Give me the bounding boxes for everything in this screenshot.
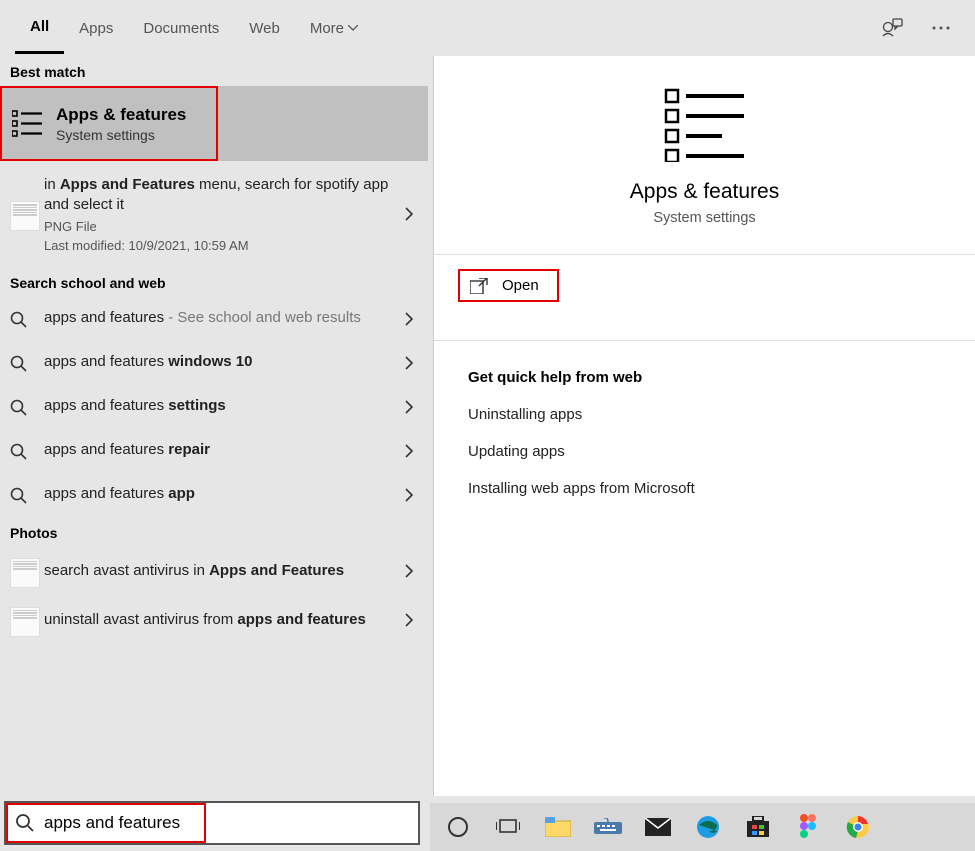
section-school-web: Search school and web bbox=[0, 267, 428, 297]
web-result-1-text: apps and features - See school and web r… bbox=[44, 308, 420, 328]
help-header: Get quick help from web bbox=[434, 341, 975, 396]
chevron-right-icon[interactable] bbox=[405, 312, 414, 326]
keyboard-icon[interactable] bbox=[592, 811, 624, 843]
web-result-4[interactable]: apps and features repair bbox=[0, 429, 428, 473]
web-result-3[interactable]: apps and features settings bbox=[0, 385, 428, 429]
web-result-4-text: apps and features repair bbox=[44, 440, 420, 460]
help-link-updating[interactable]: Updating apps bbox=[434, 433, 975, 470]
best-match-result[interactable]: Apps & features System settings bbox=[0, 86, 428, 161]
feedback-icon[interactable] bbox=[867, 8, 917, 48]
search-icon bbox=[10, 311, 28, 329]
photo-result-1[interactable]: search avast antivirus in Apps and Featu… bbox=[0, 547, 428, 596]
chevron-right-icon[interactable] bbox=[405, 613, 414, 627]
section-photos: Photos bbox=[0, 517, 428, 547]
figma-icon[interactable] bbox=[792, 811, 824, 843]
search-icon bbox=[10, 443, 28, 461]
section-best-match: Best match bbox=[0, 56, 428, 86]
file-result-modified: Last modified: 10/9/2021, 10:59 AM bbox=[44, 237, 392, 255]
search-input[interactable] bbox=[44, 803, 418, 843]
chevron-right-icon[interactable] bbox=[405, 207, 414, 221]
tab-all[interactable]: All bbox=[15, 2, 64, 54]
results-panel: Best match Apps & features System settin bbox=[0, 56, 428, 796]
photo-result-2-text: uninstall avast antivirus from apps and … bbox=[44, 610, 420, 630]
preview-icon bbox=[460, 88, 949, 162]
tab-more-label: More bbox=[310, 20, 344, 37]
cortana-icon[interactable] bbox=[442, 811, 474, 843]
preview-title: Apps & features bbox=[460, 180, 949, 204]
photo-thumbnail-icon bbox=[10, 607, 40, 637]
edge-icon[interactable] bbox=[692, 811, 724, 843]
preview-subtitle: System settings bbox=[460, 210, 949, 226]
taskbar bbox=[430, 803, 975, 851]
chevron-right-icon[interactable] bbox=[405, 356, 414, 370]
photo-result-2[interactable]: uninstall avast antivirus from apps and … bbox=[0, 596, 428, 645]
search-icon bbox=[10, 487, 28, 505]
preview-panel: Apps & features System settings Open Get… bbox=[433, 56, 975, 796]
mail-icon[interactable] bbox=[642, 811, 674, 843]
chevron-right-icon[interactable] bbox=[405, 564, 414, 578]
chevron-right-icon[interactable] bbox=[405, 488, 414, 502]
tab-apps[interactable]: Apps bbox=[64, 4, 128, 53]
file-result[interactable]: in Apps and Features menu, search for sp… bbox=[0, 161, 428, 267]
more-options-icon[interactable] bbox=[917, 15, 965, 41]
task-view-icon[interactable] bbox=[492, 811, 524, 843]
store-icon[interactable] bbox=[742, 811, 774, 843]
web-result-2-text: apps and features windows 10 bbox=[44, 352, 420, 372]
help-link-uninstalling[interactable]: Uninstalling apps bbox=[434, 396, 975, 433]
web-result-5[interactable]: apps and features app bbox=[0, 473, 428, 517]
chevron-down-icon bbox=[348, 25, 358, 31]
best-match-title: Apps & features bbox=[56, 105, 186, 125]
file-result-type: PNG File bbox=[44, 218, 392, 236]
web-result-1[interactable]: apps and features - See school and web r… bbox=[0, 297, 428, 341]
photo-result-1-text: search avast antivirus in Apps and Featu… bbox=[44, 561, 420, 581]
open-button[interactable]: Open bbox=[458, 269, 559, 302]
search-icon bbox=[10, 355, 28, 373]
web-result-2[interactable]: apps and features windows 10 bbox=[0, 341, 428, 385]
tab-more[interactable]: More bbox=[295, 4, 373, 53]
chevron-right-icon[interactable] bbox=[405, 444, 414, 458]
chevron-right-icon[interactable] bbox=[405, 400, 414, 414]
search-box[interactable] bbox=[4, 801, 420, 845]
apps-features-icon bbox=[8, 110, 48, 138]
open-icon bbox=[470, 278, 488, 294]
file-explorer-icon[interactable] bbox=[542, 811, 574, 843]
open-label: Open bbox=[502, 277, 539, 294]
file-result-title: in Apps and Features menu, search for sp… bbox=[44, 175, 392, 216]
help-link-installing[interactable]: Installing web apps from Microsoft bbox=[434, 470, 975, 507]
web-result-3-text: apps and features settings bbox=[44, 396, 420, 416]
tab-web[interactable]: Web bbox=[234, 4, 295, 53]
png-thumbnail-icon bbox=[10, 201, 40, 231]
chrome-icon[interactable] bbox=[842, 811, 874, 843]
photo-thumbnail-icon bbox=[10, 558, 40, 588]
search-icon bbox=[10, 399, 28, 417]
search-icon bbox=[6, 813, 44, 833]
filter-tabs: All Apps Documents Web More bbox=[0, 0, 975, 56]
web-result-5-text: apps and features app bbox=[44, 484, 420, 504]
best-match-subtitle: System settings bbox=[56, 127, 186, 143]
tab-documents[interactable]: Documents bbox=[128, 4, 234, 53]
